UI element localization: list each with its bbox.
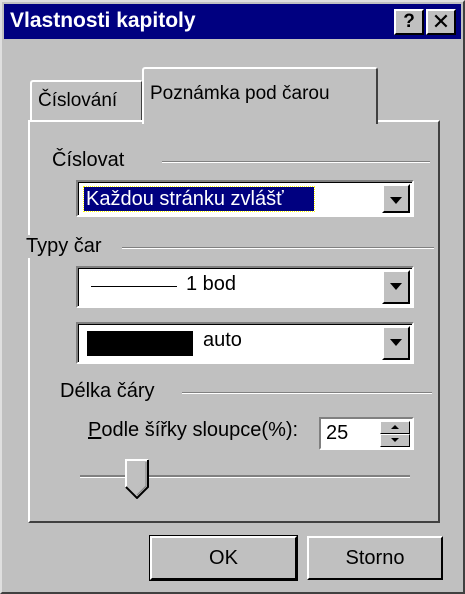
close-button[interactable]: ✕ <box>426 9 456 35</box>
group-divider <box>122 247 434 249</box>
numbering-dropdown[interactable]: Každou stránku zvlášť <box>76 180 414 217</box>
column-width-value: 25 <box>326 422 349 444</box>
line-color-value: auto <box>203 329 242 351</box>
mnemonic-letter: P <box>88 419 102 441</box>
button-label: OK <box>209 547 238 569</box>
help-icon: ? <box>403 11 415 32</box>
tab-label: Číslování <box>38 90 118 111</box>
line-color-dropdown[interactable]: auto <box>76 322 414 364</box>
tab-numbering[interactable]: Číslování <box>30 80 143 122</box>
spin-down-icon[interactable] <box>380 434 410 447</box>
spin-up-icon[interactable] <box>380 421 410 434</box>
label-text: odle šířky sloupce(%): <box>101 419 299 441</box>
window-title: Vlastnosti kapitoly <box>10 9 196 32</box>
line-length-group-label: Délka čáry <box>60 380 163 403</box>
help-button[interactable]: ? <box>394 9 424 35</box>
ok-button[interactable]: OK <box>149 535 298 581</box>
chevron-down-icon[interactable] <box>382 270 410 304</box>
numbering-group-label: Číslovat <box>52 149 133 172</box>
line-width-dropdown[interactable]: 1 bod <box>76 266 414 308</box>
tab-footnote[interactable]: Poznámka pod čarou <box>142 67 378 124</box>
title-bar[interactable]: Vlastnosti kapitoly ? ✕ <box>4 4 461 39</box>
chevron-down-icon[interactable] <box>382 184 410 213</box>
slider-thumb-icon[interactable] <box>125 459 149 499</box>
chevron-down-icon[interactable] <box>382 326 410 360</box>
tab-label: Poznámka pod čarou <box>150 83 330 104</box>
line-sample <box>91 286 177 287</box>
group-divider <box>182 392 432 394</box>
button-label: Storno <box>345 547 405 569</box>
dialog-window: Vlastnosti kapitoly ? ✕ Číslování Poznám… <box>0 0 465 594</box>
cancel-button[interactable]: Storno <box>307 536 443 580</box>
color-swatch <box>87 331 193 356</box>
column-width-stepper[interactable]: 25 <box>319 417 414 450</box>
numbering-selected-value: Každou stránku zvlášť <box>83 186 315 212</box>
line-types-group-label: Typy čar <box>26 235 110 258</box>
combo-frame <box>78 268 412 306</box>
close-icon: ✕ <box>431 9 451 34</box>
group-divider <box>162 161 430 163</box>
column-width-label: Podle šířky sloupce(%): <box>88 419 298 442</box>
line-width-value: 1 bod <box>186 273 237 295</box>
